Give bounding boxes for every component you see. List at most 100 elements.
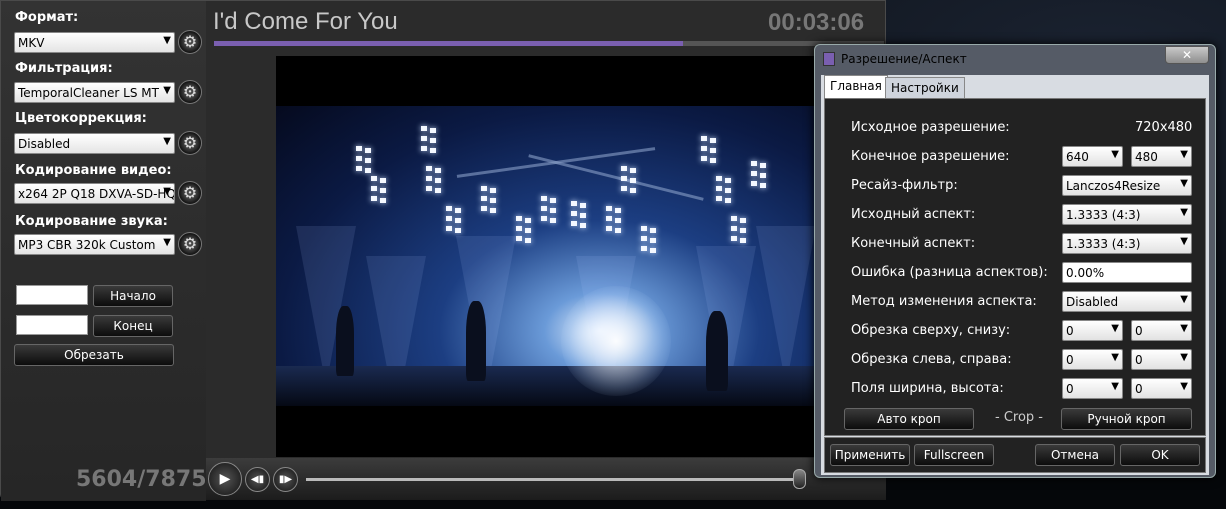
aspect-error-field: 0.00%	[1062, 262, 1192, 283]
play-icon[interactable]: ▶	[208, 462, 242, 496]
dialog-button-bar: Применить Fullscreen Отмена OK	[824, 437, 1206, 473]
crop-right-select[interactable]: 0 ▼	[1131, 349, 1192, 370]
chevron-down-icon: ▼	[163, 136, 171, 147]
seek-thumb[interactable]	[792, 469, 806, 489]
video-gear-icon[interactable]: ⚙	[178, 181, 202, 205]
stage-light	[630, 168, 636, 173]
crop-right-value: 0	[1135, 353, 1143, 367]
playback-progress-bar[interactable]	[214, 41, 884, 46]
step-forward-icon[interactable]: ▮▶	[273, 467, 298, 492]
target-aspect-value: 1.3333 (4:3)	[1066, 237, 1141, 251]
audio-codec-select[interactable]: MP3 CBR 320k Custom ▼	[14, 234, 175, 255]
crop-top-value: 0	[1066, 324, 1074, 338]
chevron-down-icon: ▼	[1180, 294, 1188, 305]
stage-light	[701, 136, 707, 141]
filter-gear-icon[interactable]: ⚙	[178, 80, 202, 104]
stage-light	[490, 198, 496, 203]
stage-light	[606, 206, 612, 211]
crop-bottom-select[interactable]: 0 ▼	[1131, 320, 1192, 341]
target-width-select[interactable]: 640 ▼	[1062, 146, 1123, 167]
crop-bottom-value: 0	[1135, 324, 1143, 338]
target-aspect-label: Конечный аспект:	[851, 236, 976, 251]
ok-button[interactable]: OK	[1120, 444, 1200, 466]
field-height-select[interactable]: 0 ▼	[1131, 378, 1192, 399]
format-select[interactable]: MKV ▼	[14, 32, 175, 53]
stage-light	[435, 178, 441, 183]
stage-light	[541, 196, 547, 201]
source-resolution-label: Исходное разрешение:	[851, 120, 1010, 135]
stage-light	[710, 148, 716, 153]
filter-select[interactable]: TemporalCleaner LS MT ▼	[14, 82, 175, 103]
stage-light	[606, 216, 612, 221]
stage-light	[751, 181, 757, 186]
start-time-field[interactable]	[16, 285, 88, 305]
seek-track[interactable]	[306, 478, 806, 481]
end-button[interactable]: Конец	[93, 315, 173, 337]
stage-light	[525, 218, 531, 223]
stage-light	[725, 188, 731, 193]
stage-light	[435, 188, 441, 193]
performer-silhouette	[466, 301, 486, 381]
stage-light	[380, 188, 386, 193]
manual-crop-button[interactable]: Ручной кроп	[1061, 408, 1192, 430]
color-select[interactable]: Disabled ▼	[14, 133, 175, 154]
chevron-down-icon: ▼	[163, 237, 171, 248]
stage-light	[525, 228, 531, 233]
stage-light	[716, 186, 722, 191]
resolution-aspect-dialog: Разрешение/Аспект ✕ Главная Настройки Ис…	[814, 44, 1216, 478]
color-gear-icon[interactable]: ⚙	[178, 131, 202, 155]
stage-light	[356, 166, 362, 171]
fullscreen-button[interactable]: Fullscreen	[914, 444, 994, 466]
dialog-frame: Главная Настройки Исходное разрешение: 7…	[821, 75, 1209, 475]
aspect-method-select[interactable]: Disabled ▼	[1062, 291, 1192, 312]
tab-main[interactable]: Главная	[824, 75, 888, 98]
stage-truss	[528, 154, 704, 201]
source-aspect-label: Исходный аспект:	[851, 207, 976, 222]
resize-filter-select[interactable]: Lanczos4Resize ▼	[1062, 175, 1192, 196]
cancel-button[interactable]: Отмена	[1035, 444, 1115, 466]
stage-light	[621, 176, 627, 181]
chevron-down-icon: ▼	[1180, 323, 1188, 334]
audio-gear-icon[interactable]: ⚙	[178, 232, 202, 256]
apply-button[interactable]: Применить	[830, 444, 910, 466]
source-aspect-select[interactable]: 1.3333 (4:3) ▼	[1062, 204, 1192, 225]
video-preview	[276, 56, 815, 457]
stage-light	[481, 196, 487, 201]
crop-left-select[interactable]: 0 ▼	[1062, 349, 1123, 370]
stage-light	[751, 171, 757, 176]
start-button[interactable]: Начало	[93, 285, 173, 307]
filter-label: Фильтрация:	[15, 61, 113, 76]
stage-light	[650, 238, 656, 243]
end-time-field[interactable]	[16, 315, 88, 335]
source-aspect-value: 1.3333 (4:3)	[1066, 208, 1141, 222]
step-back-icon[interactable]: ◀▮	[245, 467, 270, 492]
field-width-select[interactable]: 0 ▼	[1062, 378, 1123, 399]
stage-light	[371, 196, 377, 201]
stage-light	[731, 226, 737, 231]
target-height-select[interactable]: 480 ▼	[1131, 146, 1192, 167]
tab-settings[interactable]: Настройки	[885, 77, 965, 98]
stage-light	[615, 218, 621, 223]
format-gear-icon[interactable]: ⚙	[178, 30, 202, 54]
video-codec-select[interactable]: x264 2P Q18 DXVA-SD-HQ ▼	[14, 183, 175, 204]
frame-counter: 5604/7875	[76, 467, 207, 492]
cut-button[interactable]: Обрезать	[14, 344, 174, 366]
stage-light	[430, 128, 436, 133]
target-aspect-select[interactable]: 1.3333 (4:3) ▼	[1062, 233, 1192, 254]
crop-top-select[interactable]: 0 ▼	[1062, 320, 1123, 341]
resize-filter-label: Ресайз-фильтр:	[851, 178, 958, 193]
stage-light	[725, 178, 731, 183]
stage-light	[426, 166, 432, 171]
chevron-down-icon: ▼	[1180, 381, 1188, 392]
filter-select-value: TemporalCleaner LS MT	[18, 86, 159, 100]
chevron-down-icon: ▼	[163, 85, 171, 96]
stage-light	[421, 146, 427, 151]
stage-light	[426, 186, 432, 191]
stage-light	[516, 226, 522, 231]
stage-light	[731, 236, 737, 241]
auto-crop-button[interactable]: Авто кроп	[844, 408, 974, 430]
stage-light	[365, 148, 371, 153]
close-icon[interactable]: ✕	[1165, 46, 1209, 64]
stage-light	[710, 158, 716, 163]
target-resolution-label: Конечное разрешение:	[851, 149, 1010, 164]
